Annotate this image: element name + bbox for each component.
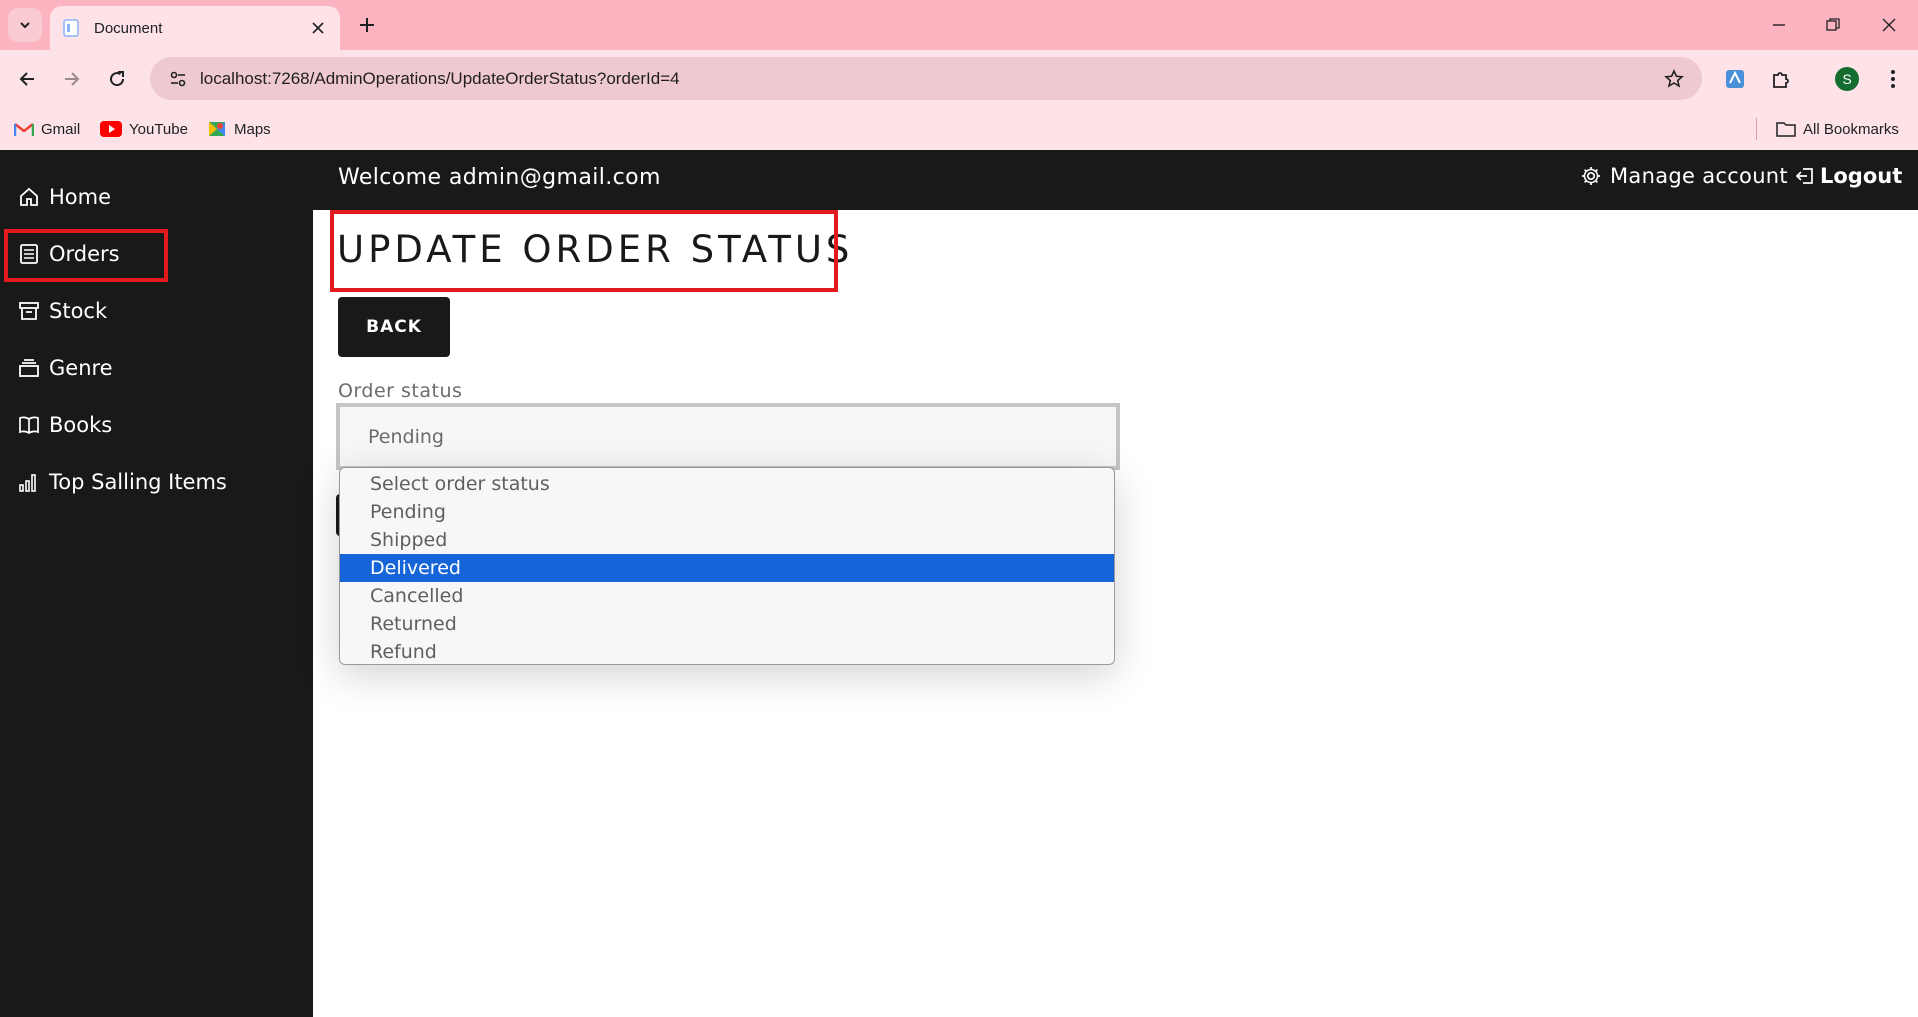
close-icon (312, 22, 324, 34)
reload-icon (110, 71, 125, 87)
star-icon (1664, 68, 1684, 88)
sidebar-item-genre[interactable]: Genre (18, 348, 113, 388)
extensions-menu-button[interactable] (1764, 62, 1798, 96)
restore-button[interactable] (1818, 10, 1848, 40)
option-select-order-status[interactable]: Select order status (340, 470, 1114, 498)
back-button[interactable]: BACK (338, 297, 450, 357)
kebab-menu-icon (1891, 70, 1895, 88)
sidebar-item-home[interactable]: Home (18, 177, 111, 217)
option-delivered[interactable]: Delivered (340, 554, 1114, 582)
sidebar-item-label: Top Salling Items (49, 470, 227, 494)
order-status-dropdown: Select order status Pending Shipped Deli… (339, 467, 1115, 665)
address-bar[interactable]: localhost:7268/AdminOperations/UpdateOrd… (150, 57, 1702, 100)
bookmark-label: YouTube (129, 120, 188, 138)
option-pending[interactable]: Pending (340, 498, 1114, 526)
tab-search-button[interactable] (8, 8, 42, 42)
close-icon (1882, 18, 1896, 32)
gmail-icon (14, 122, 34, 136)
bookmark-star-button[interactable] (1654, 59, 1694, 99)
bookmarks-bar: Gmail YouTube Maps All Bookmarks (0, 108, 1918, 150)
title-highlight-box (330, 210, 838, 292)
sidebar-item-books[interactable]: Books (18, 405, 112, 445)
profile-button[interactable]: S (1830, 62, 1864, 96)
back-nav-button[interactable] (10, 62, 44, 96)
chevron-down-icon (20, 22, 30, 29)
option-cancelled[interactable]: Cancelled (340, 582, 1114, 610)
arrow-left-icon (19, 72, 34, 86)
site-info-button[interactable] (156, 57, 200, 100)
avatar: S (1835, 67, 1859, 91)
option-returned[interactable]: Returned (340, 610, 1114, 638)
bookmark-maps[interactable]: Maps (207, 117, 271, 141)
document-icon (63, 19, 79, 37)
sidebar-item-stock[interactable]: Stock (18, 291, 107, 331)
sidebar-item-top-selling[interactable]: Top Salling Items (18, 462, 227, 502)
url-text: localhost:7268/AdminOperations/UpdateOrd… (200, 68, 680, 88)
home-icon (20, 187, 38, 206)
stack-icon (19, 359, 39, 377)
arrow-right-icon (65, 72, 80, 86)
gear-icon (1582, 167, 1600, 185)
sidebar-item-label: Genre (49, 356, 113, 380)
manage-account-link[interactable]: Manage account (1580, 164, 1788, 188)
tab-title: Document (94, 19, 163, 37)
bookmarks-divider (1756, 118, 1757, 140)
all-bookmarks-button[interactable]: All Bookmarks (1776, 117, 1899, 141)
sidebar-item-label: Home (49, 185, 112, 209)
forward-nav-button[interactable] (55, 62, 89, 96)
folder-icon (1776, 122, 1796, 137)
book-icon (19, 416, 39, 435)
logout-link[interactable]: Logout (1794, 164, 1902, 188)
option-shipped[interactable]: Shipped (340, 526, 1114, 554)
welcome-text: Welcome admin@gmail.com (338, 165, 661, 190)
option-refund[interactable]: Refund (340, 638, 1114, 664)
browser-toolbar: localhost:7268/AdminOperations/UpdateOrd… (0, 50, 1918, 108)
manage-account-label: Manage account (1610, 164, 1788, 188)
bookmark-label: Maps (234, 120, 271, 138)
minimize-icon (1773, 24, 1785, 26)
bar-chart-icon (19, 474, 36, 492)
order-status-label: Order status (338, 380, 463, 402)
bookmark-youtube[interactable]: YouTube (100, 117, 188, 141)
new-tab-button[interactable] (352, 10, 382, 40)
order-status-select[interactable]: Pending (336, 403, 1120, 470)
sidebar-item-label: Stock (49, 299, 108, 323)
sidebar-item-label: Books (49, 413, 113, 437)
order-status-value: Pending (368, 425, 444, 448)
archive-icon (19, 302, 39, 320)
logout-icon (1795, 168, 1813, 184)
restore-icon (1826, 18, 1840, 31)
plus-icon (360, 18, 374, 32)
close-window-button[interactable] (1874, 10, 1904, 40)
youtube-icon (100, 121, 122, 137)
browser-menu-button[interactable] (1876, 62, 1910, 96)
logout-label: Logout (1820, 164, 1903, 188)
bookmark-gmail[interactable]: Gmail (14, 117, 80, 141)
maps-icon (209, 122, 225, 136)
extension-button[interactable] (1718, 62, 1752, 96)
extension-app-icon (1726, 70, 1744, 88)
puzzle-icon (1773, 72, 1789, 88)
all-bookmarks-label: All Bookmarks (1803, 120, 1899, 138)
bookmark-label: Gmail (41, 120, 81, 138)
minimize-button[interactable] (1764, 10, 1794, 40)
orders-highlight-box (4, 229, 168, 282)
browser-tab[interactable]: Document (50, 6, 340, 50)
browser-tabstrip: Document (0, 0, 1918, 50)
tab-close-button[interactable] (308, 18, 328, 38)
header-bar: Welcome admin@gmail.com Manage account L… (313, 150, 1918, 210)
tune-icon (170, 71, 186, 86)
reload-button[interactable] (100, 62, 134, 96)
